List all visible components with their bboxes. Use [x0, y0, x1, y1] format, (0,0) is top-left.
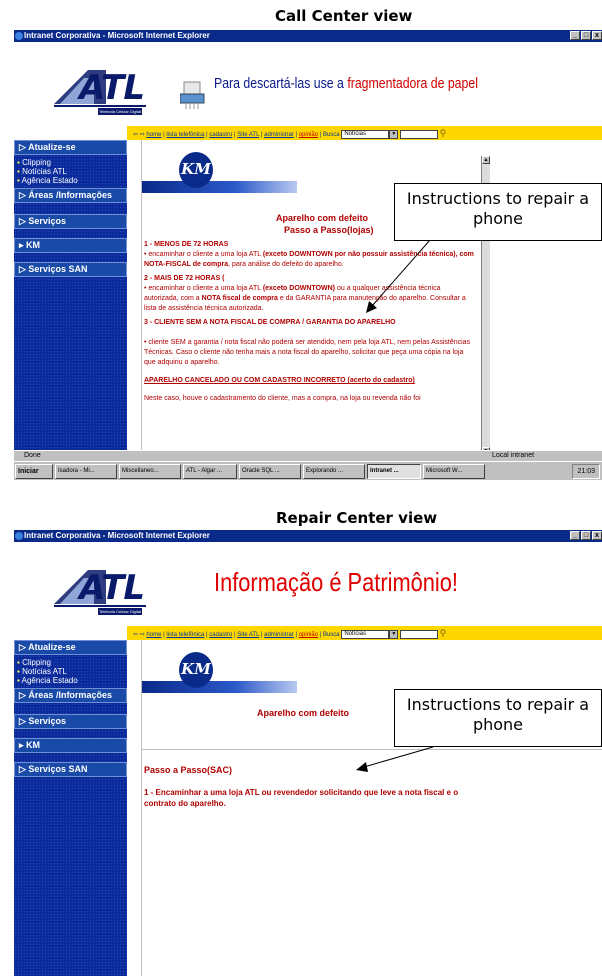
sidebar-item-areas[interactable]: ▷ Áreas /Informações [14, 688, 127, 703]
sidebar-item-atualize[interactable]: ▷ Atualize-se [14, 140, 127, 155]
sidebar-link-agencia[interactable]: ▪ Agência Estado [17, 176, 78, 185]
sidebar-item-servicos[interactable]: ▷ Serviços [14, 714, 127, 729]
taskbar-item[interactable]: Miscellaneo... [119, 463, 181, 479]
browser-window-call-center: Intranet Corporativa - Microsoft Interne… [14, 30, 602, 485]
taskbar-item[interactable]: Oracle SQL ... [239, 463, 301, 479]
taskbar-item[interactable]: ATL - Algar ... [183, 463, 237, 479]
window-title: Intranet Corporativa - Microsoft Interne… [24, 531, 210, 540]
nav-link-home[interactable]: home [146, 632, 161, 638]
section-1-text: • encaminhar o cliente a uma loja ATL (e… [144, 251, 474, 268]
sidebar-item-km[interactable]: ▸ KM [14, 238, 127, 253]
maximize-button[interactable]: □ [581, 31, 591, 40]
content-divider [142, 749, 602, 750]
km-logo: KM [142, 148, 297, 208]
ie-icon [15, 532, 23, 540]
section-2-text: • encaminhar o cliente a uma loja ATL (e… [144, 285, 466, 312]
sidebar-link-agencia[interactable]: ▪ Agência Estado [17, 676, 78, 685]
nav-link-site-atl[interactable]: Site ATL [237, 632, 259, 638]
callout-box-top: Instructions to repair a phone [394, 183, 602, 241]
browser-window-repair-center: Intranet Corporativa - Microsoft Interne… [14, 530, 602, 976]
section-2-title: 2 - MAIS DE 72 HORAS ( [144, 275, 225, 282]
taskbar: Iniciar Isadora - Mi... Miscellaneo... A… [14, 461, 602, 480]
close-button[interactable]: x [592, 31, 602, 40]
banner-message: Informação é Patrimônio! [214, 567, 458, 597]
nav-link-opiniao[interactable]: opinião [299, 632, 318, 638]
zone-text: Local intranet [492, 452, 535, 459]
section-3-text: • cliente SEM a garantia / nota fiscal n… [144, 339, 471, 366]
nav-link-administrar[interactable]: administrar [264, 132, 294, 138]
km-logo: KM [142, 648, 297, 708]
back-forward-icon[interactable]: ⇦ ⇨ [133, 632, 145, 638]
sidebar-item-servicos-san[interactable]: ▷ Serviços SAN [14, 762, 127, 777]
sidebar-item-areas[interactable]: ▷ Áreas /Informações [14, 188, 127, 203]
search-input[interactable] [400, 129, 438, 139]
window-title: Intranet Corporativa - Microsoft Interne… [24, 31, 210, 40]
start-button[interactable]: Iniciar [15, 463, 53, 479]
sidebar-link-noticias[interactable]: ▪ Notícias ATL [17, 667, 67, 676]
nav-link-lista[interactable]: lista telefônica [166, 132, 204, 138]
banner-message: Para descartá-las use a fragmentadora de… [214, 75, 478, 92]
search-category-select[interactable]: Notícias [341, 629, 390, 639]
sidebar: ▷ Atualize-se ▪ Clipping ▪ Notícias ATL … [14, 640, 127, 976]
nav-link-administrar[interactable]: administrar [264, 632, 294, 638]
shredder-icon [180, 81, 205, 109]
content-heading: Aparelho com defeito [257, 708, 350, 718]
maximize-button[interactable]: □ [581, 531, 591, 540]
section-3-title: 3 - CLIENTE SEM A NOTA FISCAL DE COMPRA … [144, 319, 396, 326]
atl-logo[interactable]: ATL Telefonia Celular Digital [54, 564, 146, 615]
call-center-view-label: Call Center view [275, 7, 413, 25]
taskbar-item[interactable]: Explorando ... [303, 463, 365, 479]
taskbar-clock: 21:03 [572, 463, 600, 479]
close-button[interactable]: x [592, 531, 602, 540]
search-label: Busca [322, 632, 340, 638]
nav-link-opiniao[interactable]: opinião [299, 132, 318, 138]
sidebar-link-clipping[interactable]: ▪ Clipping [17, 158, 51, 167]
back-forward-icon[interactable]: ⇦ ⇨ [133, 132, 145, 138]
search-label: Busca [322, 132, 340, 138]
sidebar-item-atualize[interactable]: ▷ Atualize-se [14, 640, 127, 655]
sidebar-item-servicos[interactable]: ▷ Serviços [14, 214, 127, 229]
search-icon[interactable]: ⚲ [440, 128, 447, 138]
sidebar-item-km[interactable]: ▸ KM [14, 738, 127, 753]
section-4-text: Neste caso, houve o cadastramento do cli… [144, 395, 421, 402]
navigation-toolbar: ⇦ ⇨ home | lista telefônica | cadastro |… [127, 626, 602, 640]
status-text: Done [24, 452, 41, 459]
title-bar: Intranet Corporativa - Microsoft Interne… [14, 30, 602, 42]
step-1-text: 1 - Encaminhar a uma loja ATL ou revende… [144, 788, 459, 808]
scroll-up-icon[interactable]: ▲ [482, 156, 490, 164]
nav-link-lista[interactable]: lista telefônica [166, 632, 204, 638]
search-category-select[interactable]: Notícias [341, 129, 390, 139]
nav-link-site-atl[interactable]: Site ATL [237, 132, 259, 138]
minimize-button[interactable]: _ [570, 531, 580, 540]
minimize-button[interactable]: _ [570, 31, 580, 40]
nav-link-cadastro[interactable]: cadastro [209, 132, 232, 138]
dropdown-arrow-icon[interactable]: ▼ [389, 629, 399, 639]
taskbar-item-active[interactable]: Intranet ... [367, 463, 421, 479]
section-4-link[interactable]: APARELHO CANCELADO OU COM CADASTRO INCOR… [144, 376, 476, 386]
callout-box-bottom: Instructions to repair a phone [394, 689, 602, 747]
sidebar-link-noticias[interactable]: ▪ Notícias ATL [17, 167, 67, 176]
nav-link-cadastro[interactable]: cadastro [209, 632, 232, 638]
nav-link-home[interactable]: home [146, 132, 161, 138]
sidebar-link-clipping[interactable]: ▪ Clipping [17, 658, 51, 667]
status-bar: Done Local intranet [14, 450, 602, 461]
search-input[interactable] [400, 629, 438, 639]
repair-center-view-label: Repair Center view [276, 509, 438, 527]
taskbar-item[interactable]: Isadora - Mi... [55, 463, 117, 479]
content-subheading: Passo a Passo(SAC) [144, 765, 233, 775]
taskbar-item[interactable]: Microsoft W... [423, 463, 485, 479]
atl-logo[interactable]: ATL Telefonia Celular Digital [54, 64, 146, 115]
section-1-title: 1 - MENOS DE 72 HORAS [144, 241, 229, 248]
ie-icon [15, 32, 23, 40]
title-bar: Intranet Corporativa - Microsoft Interne… [14, 530, 602, 542]
sidebar: ▷ Atualize-se ▪ Clipping ▪ Notícias ATL … [14, 140, 127, 455]
search-icon[interactable]: ⚲ [440, 628, 447, 638]
sidebar-item-servicos-san[interactable]: ▷ Serviços SAN [14, 262, 127, 277]
dropdown-arrow-icon[interactable]: ▼ [389, 129, 399, 139]
navigation-toolbar: ⇦ ⇨ home | lista telefônica | cadastro |… [127, 126, 602, 140]
